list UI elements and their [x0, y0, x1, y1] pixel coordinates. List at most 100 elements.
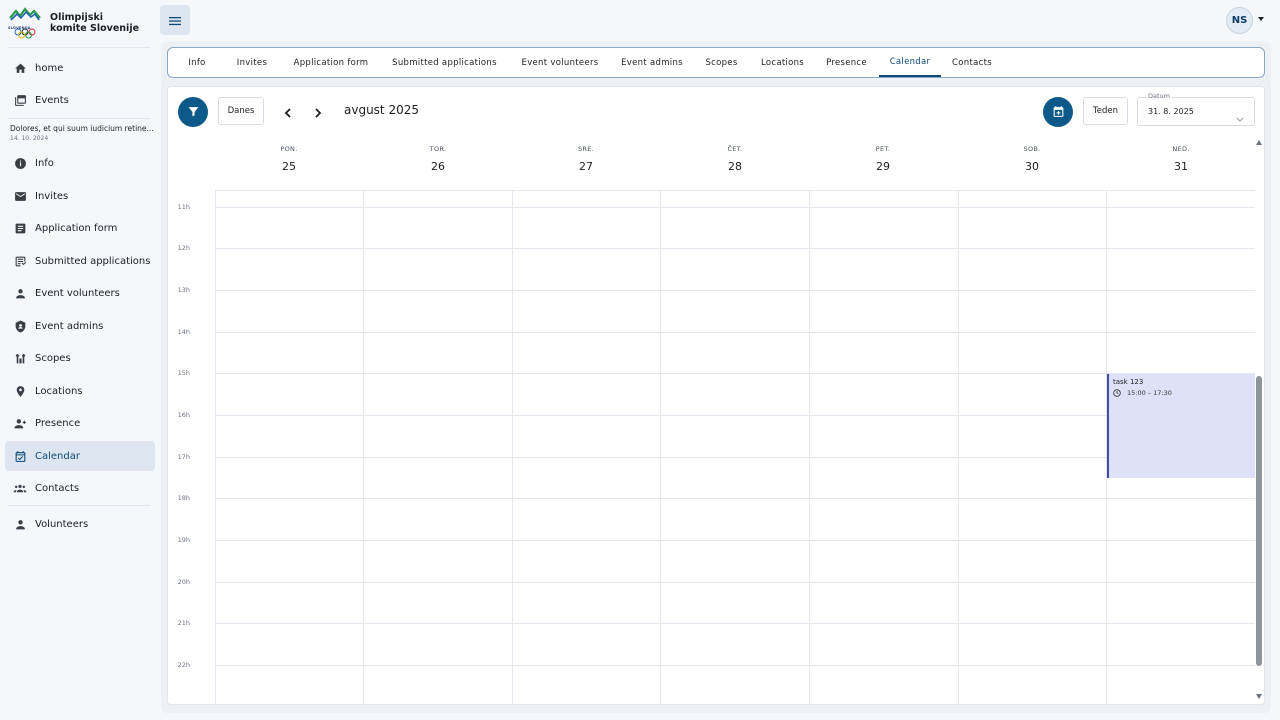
tab-scopes[interactable]: Scopes	[700, 48, 743, 77]
add-event-button[interactable]	[1043, 97, 1073, 127]
day-header: SOB. 30	[958, 145, 1106, 173]
user-menu-caret-icon[interactable]	[1258, 17, 1264, 21]
sidebar: SLOVENIJA Olimpijski komite Slovenije ho…	[0, 0, 160, 720]
grid-line	[215, 207, 1255, 208]
presence-icon	[13, 416, 27, 430]
hour-label: 18h	[177, 494, 190, 502]
events-icon	[13, 93, 27, 107]
info-icon	[13, 156, 27, 170]
sidebar-item-label: home	[35, 62, 64, 74]
sidebar-item-event-volunteers[interactable]: Event volunteers	[5, 278, 155, 308]
calendar-scrollbar[interactable]	[1256, 150, 1262, 698]
sidebar-item-event-admins[interactable]: Event admins	[5, 311, 155, 341]
day-number[interactable]: 29	[809, 160, 957, 173]
day-number[interactable]: 31	[1107, 160, 1255, 173]
filter-button[interactable]	[178, 97, 208, 127]
sidebar-item-label: Contacts	[35, 482, 80, 494]
day-number[interactable]: 27	[512, 160, 660, 173]
hour-label: 14h	[177, 328, 190, 336]
tab-presence[interactable]: Presence	[821, 48, 872, 77]
sidebar-item-label: Presence	[35, 417, 81, 429]
scrollbar-thumb[interactable]	[1256, 376, 1262, 666]
sidebar-item-calendar[interactable]: Calendar	[5, 441, 155, 471]
event-time-text: 15:00 – 17:30	[1127, 389, 1172, 397]
tab-contacts[interactable]: Contacts	[946, 48, 998, 77]
sidebar-item-scopes[interactable]: Scopes	[5, 343, 155, 373]
day-header: ČET. 28	[661, 145, 809, 173]
day-name: SRE.	[577, 145, 594, 153]
day-header: PET. 29	[809, 145, 957, 173]
day-name: SOB.	[1023, 145, 1041, 153]
today-button[interactable]: Danes	[218, 97, 264, 125]
contacts-icon	[13, 481, 27, 495]
sidebar-item-volunteers[interactable]: Volunteers	[5, 509, 155, 539]
brand[interactable]: SLOVENIJA Olimpijski komite Slovenije	[8, 6, 158, 42]
sidebar-item-events[interactable]: Events	[5, 85, 155, 115]
nav-divider	[8, 47, 150, 48]
tab-event-volunteers[interactable]: Event volunteers	[516, 48, 604, 77]
day-number[interactable]: 30	[958, 160, 1106, 173]
tab-calendar[interactable]: Calendar	[879, 48, 941, 77]
calendar-grid[interactable]	[215, 190, 1255, 705]
event-date: 14. 10. 2024	[10, 135, 49, 142]
hour-label: 22h	[177, 661, 190, 669]
filter-icon	[187, 103, 200, 122]
tab-application-form[interactable]: Application form	[287, 48, 375, 77]
day-header: TOR. 26	[364, 145, 512, 173]
person-icon	[13, 517, 27, 531]
tab-event-admins[interactable]: Event admins	[616, 48, 688, 77]
hour-label: 21h	[177, 619, 190, 627]
day-number[interactable]: 26	[364, 160, 512, 173]
grid-line	[215, 373, 1255, 374]
home-icon	[13, 61, 27, 75]
scroll-down-arrow[interactable]	[1256, 694, 1262, 699]
next-week-button[interactable]	[310, 104, 326, 120]
tab-info[interactable]: Info	[178, 48, 216, 77]
sidebar-item-label: Volunteers	[35, 518, 89, 530]
scroll-up-arrow[interactable]	[1256, 140, 1262, 145]
grid-line	[215, 415, 1255, 416]
hour-label: 16h	[177, 411, 190, 419]
calendar-check-icon	[13, 449, 27, 463]
tab-submitted-applications[interactable]: Submitted applications	[388, 48, 501, 77]
hour-label: 15h	[177, 369, 190, 377]
day-number[interactable]: 28	[661, 160, 809, 173]
day-name: PET.	[875, 145, 891, 153]
day-number[interactable]: 25	[215, 160, 363, 173]
calendar-event[interactable]: task 123 15:00 – 17:30	[1107, 374, 1255, 478]
scopes-icon	[13, 351, 27, 365]
hour-label: 13h	[177, 286, 190, 294]
submitted-icon	[13, 254, 27, 268]
hour-label: 19h	[177, 536, 190, 544]
brand-name: Olimpijski komite Slovenije	[50, 12, 140, 34]
grid-line	[215, 665, 1255, 666]
grid-line	[660, 190, 661, 705]
grid-line	[215, 190, 1255, 191]
grid-line	[215, 332, 1255, 333]
form-icon	[13, 221, 27, 235]
calendar-add-icon	[1052, 103, 1065, 122]
date-picker[interactable]: Datum 31. 8. 2025	[1137, 92, 1255, 127]
sidebar-item-label: Application form	[35, 222, 118, 234]
chevron-down-icon	[1236, 108, 1244, 127]
sidebar-item-contacts[interactable]: Contacts	[5, 473, 155, 503]
sidebar-item-invites[interactable]: Invites	[5, 181, 155, 211]
sidebar-item-info[interactable]: Info	[5, 148, 155, 178]
menu-toggle-button[interactable]	[160, 5, 190, 35]
hour-label: 17h	[177, 453, 190, 461]
sidebar-item-label: Scopes	[35, 352, 71, 364]
view-select-button[interactable]: Teden	[1083, 97, 1128, 125]
month-title: avgust 2025	[344, 103, 419, 117]
sidebar-item-presence[interactable]: Presence	[5, 408, 155, 438]
sidebar-item-locations[interactable]: Locations	[5, 376, 155, 406]
prev-week-button[interactable]	[280, 104, 296, 120]
sidebar-item-application-form[interactable]: Application form	[5, 213, 155, 243]
tab-locations[interactable]: Locations	[755, 48, 810, 77]
sidebar-item-home[interactable]: home	[5, 53, 155, 83]
day-name: TOR.	[429, 145, 447, 153]
date-label: Datum	[1146, 92, 1172, 100]
tab-invites[interactable]: Invites	[230, 48, 274, 77]
user-avatar[interactable]: NS	[1226, 7, 1253, 34]
sidebar-item-label: Info	[35, 157, 54, 169]
sidebar-item-submitted-applications[interactable]: Submitted applications	[5, 246, 155, 276]
